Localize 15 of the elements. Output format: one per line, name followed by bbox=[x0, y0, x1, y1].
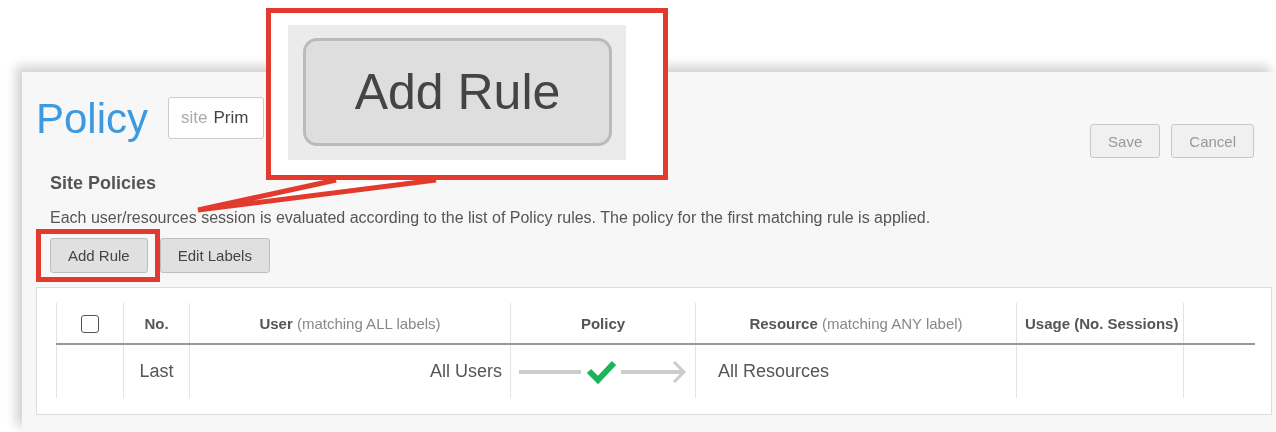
table-cell: All Users bbox=[430, 361, 502, 381]
column-header: No. bbox=[144, 314, 169, 332]
column-header: Resource (matching ANY label) bbox=[749, 314, 963, 332]
page-title: Policy bbox=[36, 94, 149, 144]
section-description: Each user/resources session is evaluated according to the list of Policy rules. The policy for the first matching rule is applied. bbox=[50, 208, 932, 228]
column-header: Usage (No. Sessions) bbox=[1025, 314, 1179, 332]
table-cell: Last bbox=[139, 361, 174, 381]
edit-labels-button[interactable]: Edit Labels bbox=[159, 238, 270, 273]
add-rule-button[interactable]: Add Rule bbox=[50, 238, 148, 273]
column-header: User (matching ALL labels) bbox=[259, 314, 441, 332]
section-title: Site Policies bbox=[50, 172, 158, 195]
table-cell: All Resources bbox=[718, 361, 830, 381]
column-header: Policy bbox=[580, 314, 626, 332]
select-all-checkbox[interactable] bbox=[81, 314, 99, 333]
site-field[interactable]: site Prim bbox=[168, 97, 265, 139]
